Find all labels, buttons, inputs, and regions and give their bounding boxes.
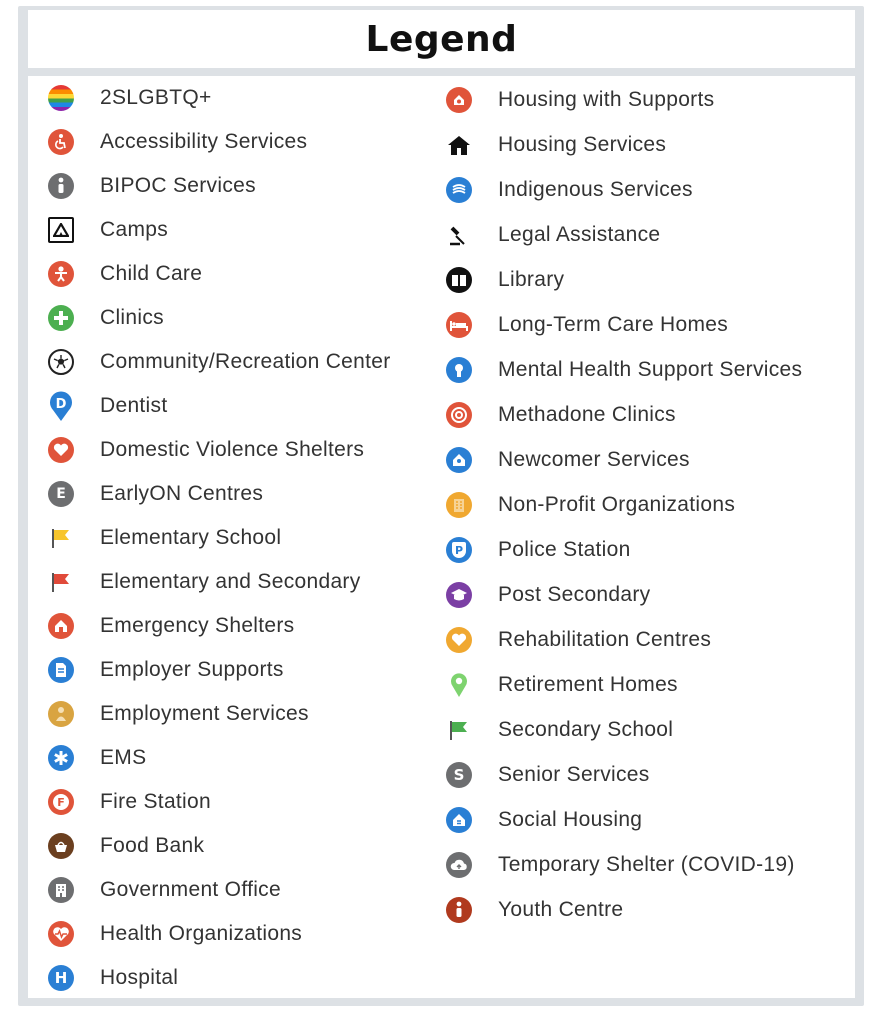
nonprofit-icon: [446, 492, 472, 518]
child-icon: [48, 261, 74, 287]
dentist-pin-icon: D: [48, 391, 74, 421]
legend-item: Social Housing: [446, 803, 642, 837]
legend-item: Community/Recreation Center: [48, 345, 391, 379]
legend-item: 2SLGBTQ+: [48, 81, 212, 115]
legend-item: Housing Services: [446, 128, 666, 162]
yellow-flag-icon: [48, 525, 74, 551]
location-pin-icon: [446, 672, 472, 698]
social-housing-icon: [446, 807, 472, 833]
legend-item: Accessibility Services: [48, 125, 307, 159]
legend-item: Methadone Clinics: [446, 398, 676, 432]
rehab-heart-icon: [446, 627, 472, 653]
heartbeat-icon: [48, 921, 74, 947]
legend-item: S Senior Services: [446, 758, 650, 792]
legend-header: Legend: [28, 10, 855, 68]
heart-hand-icon: [48, 437, 74, 463]
legend-item: Employment Services: [48, 697, 309, 731]
house-icon: [446, 132, 472, 158]
food-bank-icon: [48, 833, 74, 859]
building-icon: [48, 877, 74, 903]
employment-icon: [48, 701, 74, 727]
legend-item: EMS: [48, 741, 146, 775]
legend-item: H Hospital: [48, 961, 178, 995]
soccer-ball-icon: [48, 349, 74, 375]
book-icon: [446, 267, 472, 293]
legend-item: Elementary School: [48, 521, 281, 555]
legend-item: Employer Supports: [48, 653, 284, 687]
bed-icon: [446, 312, 472, 338]
legend-item: Clinics: [48, 301, 164, 335]
legend-item: Health Organizations: [48, 917, 302, 951]
legend-item: Youth Centre: [446, 893, 623, 927]
legend-item: Temporary Shelter (COVID-19): [446, 848, 795, 882]
legend-item: Child Care: [48, 257, 202, 291]
hospital-icon: H: [48, 965, 74, 991]
newcomer-icon: [446, 447, 472, 473]
housing-support-icon: [446, 87, 472, 113]
legend-item: Mental Health Support Services: [446, 353, 802, 387]
rainbow-icon: [48, 85, 74, 111]
gavel-icon: [446, 222, 472, 248]
legend-item: BIPOC Services: [48, 169, 256, 203]
legend-item: D Dentist: [48, 389, 167, 423]
green-flag-icon: [446, 717, 472, 743]
legend-item: Library: [446, 263, 564, 297]
legend-item: Emergency Shelters: [48, 609, 294, 643]
target-icon: [446, 402, 472, 428]
fire-icon: F: [48, 789, 74, 815]
legend-item: Long-Term Care Homes: [446, 308, 728, 342]
tent-icon: [48, 217, 74, 243]
indigenous-icon: [446, 177, 472, 203]
legend-item: Food Bank: [48, 829, 204, 863]
legend-item: Newcomer Services: [446, 443, 690, 477]
legend-item: Legal Assistance: [446, 218, 660, 252]
star-of-life-icon: [48, 745, 74, 771]
legend-item: Camps: [48, 213, 168, 247]
legend-item: E EarlyON Centres: [48, 477, 263, 511]
youth-icon: [446, 897, 472, 923]
letter-e-icon: E: [48, 481, 74, 507]
legend-title: Legend: [365, 18, 518, 60]
document-icon: [48, 657, 74, 683]
cloud-shelter-icon: [446, 852, 472, 878]
legend-item: Non-Profit Organizations: [446, 488, 735, 522]
legend-item: Government Office: [48, 873, 281, 907]
cross-icon: [48, 305, 74, 331]
legend-item: Post Secondary: [446, 578, 650, 612]
legend-item: Rehabilitation Centres: [446, 623, 711, 657]
letter-s-icon: S: [446, 762, 472, 788]
legend-panel: 2SLGBTQ+ Accessibility Services BIPOC Se…: [28, 76, 855, 998]
info-person-icon: [48, 173, 74, 199]
legend-item: Elementary and Secondary: [48, 565, 361, 599]
legend-item: Secondary School: [446, 713, 673, 747]
legend-item: F Fire Station: [48, 785, 211, 819]
shelter-icon: [48, 613, 74, 639]
legend-item: Domestic Violence Shelters: [48, 433, 364, 467]
legend-item: Housing with Supports: [446, 83, 714, 117]
legend-item: Indigenous Services: [446, 173, 693, 207]
legend-item: Retirement Homes: [446, 668, 678, 702]
police-icon: P: [446, 537, 472, 563]
accessibility-icon: [48, 129, 74, 155]
legend-item: P Police Station: [446, 533, 631, 567]
svg-text:D: D: [56, 397, 67, 412]
mental-health-icon: [446, 357, 472, 383]
graduation-cap-icon: [446, 582, 472, 608]
red-flag-icon: [48, 569, 74, 595]
